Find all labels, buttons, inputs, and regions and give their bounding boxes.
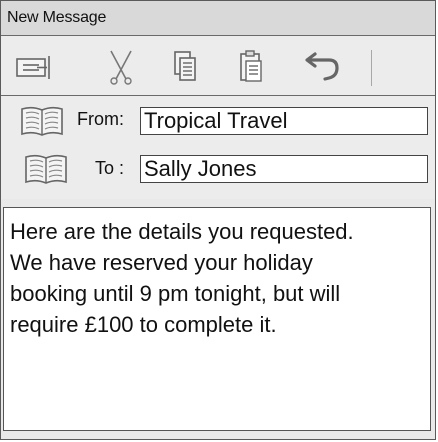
to-field[interactable]: Sally Jones [140, 155, 428, 183]
from-label: From: [77, 109, 124, 129]
copy-button[interactable] [163, 48, 207, 86]
message-window: New Message From: Tropical Travel To: S… [0, 0, 436, 440]
send-icon [16, 56, 50, 79]
window-title: New Message [7, 9, 107, 26]
toolbar [1, 36, 435, 96]
toolbar-separator [371, 50, 372, 86]
message-header: From: Tropical Travel To : Sally Jones [1, 96, 435, 199]
address-book-icon[interactable] [19, 104, 65, 138]
title-bar[interactable]: New Message [1, 1, 435, 36]
to-label: To : [95, 158, 125, 178]
paste-button[interactable] [229, 48, 273, 86]
send-button[interactable] [13, 48, 57, 86]
from-field[interactable]: Tropical Travel [140, 107, 428, 135]
address-book-icon[interactable] [23, 152, 69, 186]
copy-icon [174, 51, 196, 81]
scissors-icon [110, 50, 132, 85]
undo-icon [305, 52, 339, 81]
undo-button[interactable] [299, 48, 343, 86]
message-body[interactable]: Here are the details you requested. We h… [3, 207, 431, 431]
paste-icon [240, 50, 262, 82]
cut-button[interactable] [99, 48, 143, 86]
